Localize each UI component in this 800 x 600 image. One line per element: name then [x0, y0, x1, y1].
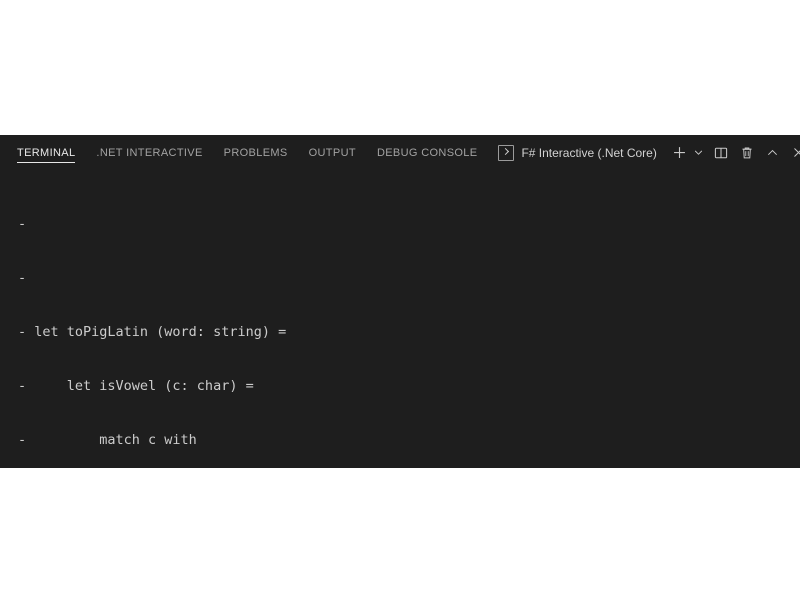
tab-dotnet-interactive[interactable]: .NET INTERACTIVE — [96, 135, 202, 170]
terminal-output[interactable]: - - - let toPigLatin (word: string) = - … — [0, 170, 800, 468]
new-terminal-button[interactable] — [669, 142, 691, 164]
tab-terminal-label: TERMINAL — [17, 146, 76, 159]
tab-output-label: OUTPUT — [308, 146, 356, 159]
split-panel-icon — [714, 147, 727, 158]
terminal-dropdown-button[interactable] — [692, 142, 706, 164]
trash-icon — [742, 146, 752, 158]
close-panel-button[interactable] — [788, 142, 800, 164]
tab-debug-console[interactable]: DEBUG CONSOLE — [377, 135, 478, 170]
tab-dotnet-interactive-label: .NET INTERACTIVE — [96, 146, 203, 159]
plus-icon — [674, 147, 686, 158]
tab-debug-console-label: DEBUG CONSOLE — [376, 146, 478, 159]
chevron-right-box-icon — [498, 144, 515, 161]
tab-problems-label: PROBLEMS — [223, 146, 288, 159]
tab-problems[interactable]: PROBLEMS — [224, 135, 288, 170]
terminal-line: - — [18, 216, 35, 232]
screen: TERMINAL .NET INTERACTIVE PROBLEMS OUTPU… — [0, 0, 800, 600]
panel-header: TERMINAL .NET INTERACTIVE PROBLEMS OUTPU… — [0, 135, 800, 170]
close-icon — [794, 148, 800, 157]
terminal-line: - match c with — [18, 432, 197, 448]
panel-actions: F# Interactive (.Net Core) — [498, 135, 800, 170]
kill-terminal-button[interactable] — [736, 142, 758, 164]
terminal-line: - let isVowel (c: char) = — [18, 378, 254, 394]
split-terminal-button[interactable] — [710, 142, 732, 164]
tab-terminal[interactable]: TERMINAL — [17, 135, 76, 170]
chevron-down-icon — [695, 150, 703, 155]
active-terminal-selector[interactable]: F# Interactive (.Net Core) — [498, 142, 657, 164]
terminal-line: - let toPigLatin (word: string) = — [18, 324, 287, 340]
panel-tab-list: TERMINAL .NET INTERACTIVE PROBLEMS OUTPU… — [0, 135, 498, 170]
tab-output[interactable]: OUTPUT — [309, 135, 356, 170]
terminal-line: - — [18, 270, 35, 286]
terminal-panel: TERMINAL .NET INTERACTIVE PROBLEMS OUTPU… — [0, 135, 800, 468]
collapse-panel-button[interactable] — [762, 142, 784, 164]
chevron-up-icon — [768, 149, 778, 155]
active-terminal-label: F# Interactive (.Net Core) — [521, 145, 657, 160]
